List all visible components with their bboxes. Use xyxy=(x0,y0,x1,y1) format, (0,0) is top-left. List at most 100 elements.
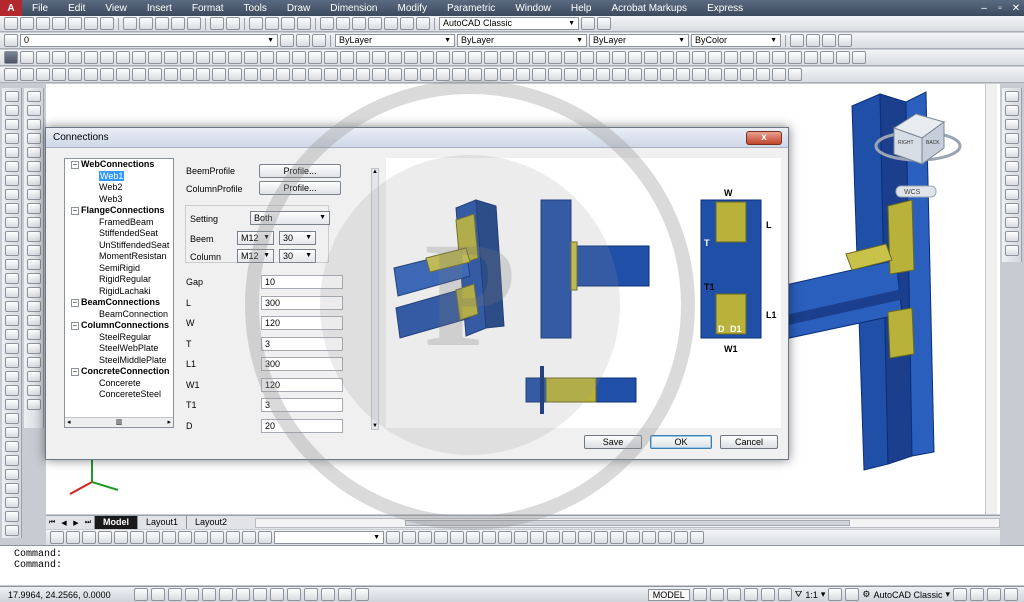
steel-tool-icon[interactable] xyxy=(308,68,322,81)
osnap-icon[interactable] xyxy=(201,588,216,601)
steel-tool-icon[interactable] xyxy=(372,68,386,81)
join-icon[interactable] xyxy=(4,525,19,536)
beam-profile-button[interactable]: Profile... xyxy=(259,164,341,178)
view-tool-icon[interactable] xyxy=(194,531,208,544)
quick-properties-icon[interactable] xyxy=(320,588,335,601)
steel-tool-icon[interactable] xyxy=(532,68,546,81)
save-icon[interactable] xyxy=(36,17,50,30)
tree-item[interactable]: RigidRegular xyxy=(65,274,173,286)
grating-icon[interactable] xyxy=(1004,203,1019,214)
annotation-scale[interactable]: 1:1 xyxy=(805,590,818,600)
command-line[interactable]: Command: Command: xyxy=(0,545,1024,585)
transparency-icon[interactable] xyxy=(303,588,318,601)
steel-tool-icon[interactable] xyxy=(628,68,642,81)
make-block-icon[interactable] xyxy=(4,259,19,270)
insert-block-icon[interactable] xyxy=(4,245,19,256)
steel-tool-icon[interactable] xyxy=(52,68,66,81)
zoom-window-icon[interactable] xyxy=(281,17,295,30)
block-editor-icon[interactable] xyxy=(187,17,201,30)
trim-icon[interactable] xyxy=(4,483,19,494)
application-icon[interactable]: A xyxy=(0,0,22,16)
tree-group[interactable]: – ConcreteConnection xyxy=(65,366,173,378)
view-tool-icon[interactable] xyxy=(130,531,144,544)
restore-button[interactable]: ▫ xyxy=(992,3,1008,14)
plot-icon[interactable] xyxy=(52,17,66,30)
gear-icon[interactable] xyxy=(581,17,595,30)
view-tool-icon[interactable] xyxy=(210,531,224,544)
steel-tool-icon[interactable] xyxy=(708,68,722,81)
array-icon[interactable] xyxy=(4,413,19,424)
zoom-icon[interactable] xyxy=(594,531,608,544)
zoom-icon[interactable] xyxy=(578,531,592,544)
steel-tool-icon[interactable] xyxy=(404,68,418,81)
collapse-icon[interactable]: – xyxy=(71,298,79,307)
tree-group[interactable]: – BeamConnections xyxy=(65,297,173,309)
scroll-left-icon[interactable]: ◂ xyxy=(67,418,71,427)
steel-tool-icon[interactable] xyxy=(164,68,178,81)
next-tab-icon[interactable]: ▶ xyxy=(70,519,82,527)
steel-section-icon[interactable] xyxy=(26,385,41,396)
view-tool-icon[interactable] xyxy=(114,531,128,544)
annotation-visibility-icon[interactable] xyxy=(828,588,843,601)
spline-icon[interactable] xyxy=(4,203,19,214)
steel-tool-icon[interactable] xyxy=(356,68,370,81)
orbit-icon[interactable] xyxy=(514,531,528,544)
make-current-icon[interactable] xyxy=(280,34,294,47)
steel-tool-icon[interactable] xyxy=(452,68,466,81)
steel-tool-icon[interactable] xyxy=(484,68,498,81)
ok-button[interactable]: OK xyxy=(650,435,712,449)
steel-tool-icon[interactable] xyxy=(260,51,274,64)
layer-previous-icon[interactable] xyxy=(296,34,310,47)
publish-icon[interactable] xyxy=(84,17,98,30)
i-beam-icon[interactable] xyxy=(1004,91,1019,102)
pan-icon[interactable] xyxy=(726,588,741,601)
paste-icon[interactable] xyxy=(155,17,169,30)
menu-tools[interactable]: Tools xyxy=(234,3,277,14)
view-tool-icon[interactable] xyxy=(258,531,272,544)
steel-tool-icon[interactable] xyxy=(228,51,242,64)
table-icon[interactable] xyxy=(4,329,19,340)
table-icon[interactable] xyxy=(806,34,820,47)
lineweight-dropdown[interactable]: ByLayer ▼ xyxy=(589,34,689,47)
visual-style-icon[interactable] xyxy=(482,531,496,544)
collapse-icon[interactable]: – xyxy=(71,321,79,330)
steel-tool-icon[interactable] xyxy=(756,68,770,81)
save-button[interactable]: Save xyxy=(584,435,642,449)
new-icon[interactable] xyxy=(4,17,18,30)
tree-item[interactable]: SteelMiddlePlate xyxy=(65,355,173,367)
steel-tool-icon[interactable] xyxy=(116,51,130,64)
view-tool-icon[interactable] xyxy=(98,531,112,544)
design-center-icon[interactable] xyxy=(336,17,350,30)
steel-tool-icon[interactable] xyxy=(804,51,818,64)
steel-section-icon[interactable] xyxy=(26,399,41,410)
layer-walk-icon[interactable] xyxy=(1004,231,1019,242)
orbit-icon[interactable] xyxy=(546,531,560,544)
steel-tool-icon[interactable] xyxy=(68,68,82,81)
visual-style-icon[interactable] xyxy=(418,531,432,544)
steel-tool-icon[interactable] xyxy=(516,68,530,81)
steel-tool-icon[interactable] xyxy=(692,68,706,81)
steel-tool-icon[interactable] xyxy=(580,51,594,64)
region-icon[interactable] xyxy=(4,315,19,326)
break-icon[interactable] xyxy=(4,511,19,522)
steel-tool-icon[interactable] xyxy=(276,68,290,81)
quick-view-layouts-icon[interactable] xyxy=(692,588,707,601)
tree-item[interactable]: Web3 xyxy=(65,194,173,206)
tree-item[interactable]: Web1 xyxy=(65,170,173,183)
steel-section-icon[interactable] xyxy=(26,189,41,200)
polygon-icon[interactable] xyxy=(4,133,19,144)
field-input-t[interactable]: 3 xyxy=(261,336,343,351)
visual-style-icon[interactable] xyxy=(466,531,480,544)
tree-item[interactable]: BeamConnection xyxy=(65,309,173,321)
steel-tool-icon[interactable] xyxy=(788,51,802,64)
steel-tool-icon[interactable] xyxy=(196,51,210,64)
steel-section-icon[interactable] xyxy=(26,231,41,242)
circle-icon[interactable] xyxy=(4,175,19,186)
steel-tool-icon[interactable] xyxy=(676,51,690,64)
steel-tool-icon[interactable] xyxy=(276,51,290,64)
steel-tool-icon[interactable] xyxy=(500,68,514,81)
steel-tool-icon[interactable] xyxy=(36,68,50,81)
steel-tool-icon[interactable] xyxy=(20,51,34,64)
annotation-monitor-icon[interactable] xyxy=(354,588,369,601)
steel-tool-icon[interactable] xyxy=(308,51,322,64)
